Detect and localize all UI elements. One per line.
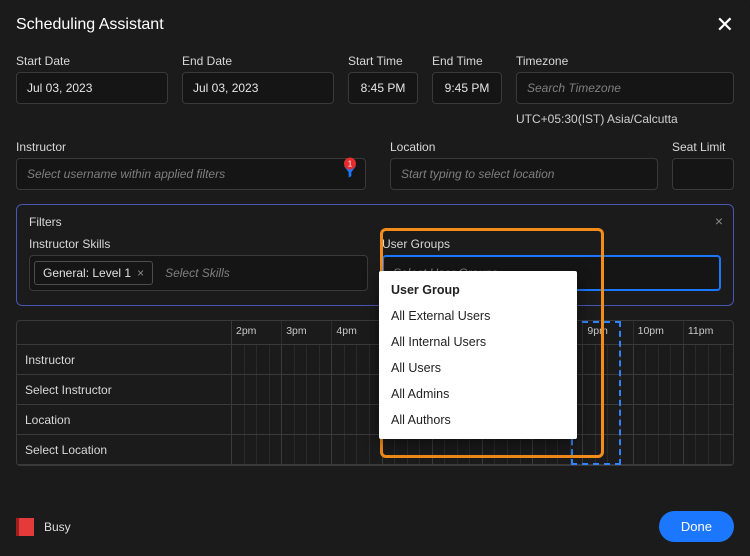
hour-col: 10pm — [634, 321, 684, 344]
start-time-input[interactable]: 8:45 PM — [348, 72, 418, 104]
timezone-label: Timezone — [516, 54, 734, 68]
end-date-field: End Date Jul 03, 2023 — [182, 54, 334, 126]
start-date-field: Start Date Jul 03, 2023 — [16, 54, 168, 126]
user-groups-field: User Groups Select User Groups User Grou… — [382, 237, 721, 291]
instructor-input-wrap: Select username within applied filters 1 — [16, 158, 366, 190]
filters-panel: Filters × Instructor Skills General: Lev… — [16, 204, 734, 306]
filters-label: Filters — [29, 215, 721, 229]
filters-subrow: Instructor Skills General: Level 1 × Sel… — [29, 237, 721, 291]
start-date-input[interactable]: Jul 03, 2023 — [16, 72, 168, 104]
filter-icon[interactable]: 1 — [342, 164, 358, 185]
timezone-input[interactable]: Search Timezone — [516, 72, 734, 104]
dropdown-header: User Group — [379, 277, 577, 303]
instructor-field: Instructor Select username within applie… — [16, 140, 376, 190]
chip-remove-icon[interactable]: × — [137, 266, 144, 280]
hour-col: 9pm — [583, 321, 633, 344]
dropdown-option[interactable]: All Users — [379, 355, 577, 381]
instructor-skills-field: Instructor Skills General: Level 1 × Sel… — [29, 237, 368, 291]
timeline-row: Select Location — [17, 435, 733, 465]
timeline-header: 2pm 3pm 4pm 5pm 6pm 7pm 8pm 9pm 10pm 11p… — [17, 321, 733, 345]
timeline-cells[interactable] — [232, 435, 733, 464]
dialog-title: Scheduling Assistant — [16, 16, 164, 34]
start-date-label: Start Date — [16, 54, 168, 68]
instructor-label: Instructor — [16, 140, 376, 154]
dropdown-option[interactable]: All Authors — [379, 407, 577, 433]
timeline-grid: 2pm 3pm 4pm 5pm 6pm 7pm 8pm 9pm 10pm 11p… — [16, 320, 734, 466]
instructor-skills-label: Instructor Skills — [29, 237, 368, 251]
timezone-field: Timezone Search Timezone UTC+05:30(IST) … — [516, 54, 734, 126]
timeline-row: Select Instructor — [17, 375, 733, 405]
timeline-row: Location — [17, 405, 733, 435]
user-groups-label: User Groups — [382, 237, 721, 251]
location-input[interactable]: Start typing to select location — [390, 158, 658, 190]
start-time-label: Start Time — [348, 54, 418, 68]
location-label: Location — [390, 140, 658, 154]
seat-limit-field: Seat Limit — [672, 140, 734, 190]
dropdown-option[interactable]: All External Users — [379, 303, 577, 329]
skill-chip-text: General: Level 1 — [43, 266, 131, 280]
user-groups-dropdown: User Group All External Users All Intern… — [379, 271, 577, 439]
dropdown-option[interactable]: All Internal Users — [379, 329, 577, 355]
close-icon[interactable]: ✕ — [716, 14, 734, 36]
busy-swatch — [16, 518, 34, 536]
busy-label: Busy — [44, 520, 71, 534]
timeline-row-label: Select Location — [17, 435, 232, 464]
end-date-input[interactable]: Jul 03, 2023 — [182, 72, 334, 104]
timeline-row-label: Select Instructor — [17, 375, 232, 404]
instructor-skills-input[interactable]: General: Level 1 × Select Skills — [29, 255, 368, 291]
end-time-field: End Time 9:45 PM — [432, 54, 502, 126]
hour-col: 4pm — [332, 321, 382, 344]
titlebar: Scheduling Assistant ✕ — [16, 14, 734, 36]
done-button[interactable]: Done — [659, 511, 734, 542]
busy-legend: Busy — [16, 518, 71, 536]
instructor-location-row: Instructor Select username within applie… — [16, 140, 734, 190]
start-time-field: Start Time 8:45 PM — [348, 54, 418, 126]
seat-limit-label: Seat Limit — [672, 140, 734, 154]
skills-placeholder: Select Skills — [159, 260, 363, 286]
filter-badge: 1 — [344, 158, 356, 170]
filters-close-icon[interactable]: × — [715, 213, 723, 229]
timeline-label-col — [17, 321, 232, 344]
hour-col: 3pm — [282, 321, 332, 344]
location-field: Location Start typing to select location — [390, 140, 658, 190]
seat-limit-input[interactable] — [672, 158, 734, 190]
skill-chip: General: Level 1 × — [34, 261, 153, 285]
hour-col: 2pm — [232, 321, 282, 344]
timezone-note: UTC+05:30(IST) Asia/Calcutta — [516, 112, 734, 126]
timeline-row-label: Instructor — [17, 345, 232, 374]
end-time-input[interactable]: 9:45 PM — [432, 72, 502, 104]
scheduling-assistant-dialog: Scheduling Assistant ✕ Start Date Jul 03… — [0, 0, 750, 556]
dropdown-option[interactable]: All Admins — [379, 381, 577, 407]
hour-col: 11pm — [684, 321, 733, 344]
dialog-footer: Busy Done — [16, 511, 734, 542]
timeline-row-label: Location — [17, 405, 232, 434]
end-date-label: End Date — [182, 54, 334, 68]
timeline-row: Instructor — [17, 345, 733, 375]
instructor-input[interactable]: Select username within applied filters — [16, 158, 366, 190]
datetime-row: Start Date Jul 03, 2023 End Date Jul 03,… — [16, 54, 734, 126]
end-time-label: End Time — [432, 54, 502, 68]
